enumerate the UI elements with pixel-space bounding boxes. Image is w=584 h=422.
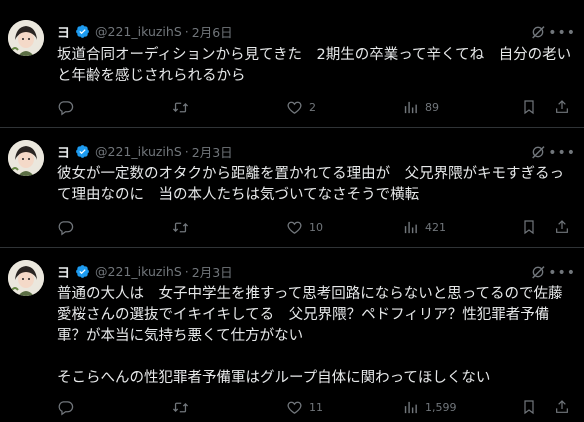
author-handle[interactable]: @221_ikuzihS — [95, 24, 182, 39]
like-button[interactable]: 10 — [286, 218, 323, 236]
views-icon — [404, 401, 417, 413]
author-handle[interactable]: @221_ikuzihS — [95, 144, 182, 159]
author-name[interactable]: ヨ — [57, 142, 71, 161]
tweet-text: 普通の大人は 女子中学生を推すって思考回路にならないと思ってるので佐藤愛桜さんの… — [57, 286, 563, 386]
tweet-actions: 11 1,599 — [57, 398, 577, 416]
tweet-actions: 10 421 — [57, 218, 577, 236]
tweet-date[interactable]: 2月3日 — [192, 142, 233, 161]
like-button[interactable]: 11 — [286, 398, 323, 416]
tweet-header: ヨ @221_ikuzihS · 2月3日 — [57, 142, 233, 161]
share-icon — [556, 220, 568, 233]
avatar[interactable] — [8, 20, 44, 56]
view-count: 89 — [425, 100, 439, 114]
views-button[interactable]: 89 — [402, 98, 439, 116]
verified-badge-icon[interactable] — [75, 264, 90, 279]
retweet-icon — [172, 402, 189, 412]
author-name[interactable]: ヨ — [57, 22, 71, 41]
tweet-text: 彼女が一定数のオタクから距離を置かれてる理由が 父兄界隈がキモすぎるって理由なの… — [57, 166, 565, 203]
tweet-header: ヨ @221_ikuzihS · 2月6日 — [57, 22, 233, 41]
like-count: 2 — [309, 100, 316, 114]
views-icon — [404, 221, 417, 233]
more-icon[interactable]: ••• — [548, 26, 576, 40]
separator: · — [184, 23, 189, 39]
tweet-date[interactable]: 2月3日 — [192, 262, 233, 281]
bookmark-button[interactable] — [521, 218, 537, 236]
reply-button[interactable] — [57, 98, 80, 116]
reply-icon — [58, 400, 74, 415]
view-count: 421 — [425, 220, 446, 234]
verified-badge-icon[interactable] — [75, 144, 90, 159]
views-button[interactable]: 421 — [402, 218, 446, 236]
like-count: 11 — [309, 400, 323, 414]
share-button[interactable] — [554, 398, 570, 416]
tweet-header: ヨ @221_ikuzihS · 2月3日 — [57, 262, 233, 281]
verified-badge-icon[interactable] — [75, 24, 90, 39]
retweet-button[interactable] — [172, 98, 195, 116]
author-handle[interactable]: @221_ikuzihS — [95, 264, 182, 279]
timeline: ヨ @221_ikuzihS · 2月6日 ••• 坂道合同オーディションから見… — [0, 0, 584, 422]
grok-icon[interactable] — [530, 264, 546, 280]
heart-icon — [287, 221, 302, 234]
views-icon — [404, 101, 417, 113]
view-count: 1,599 — [425, 400, 457, 414]
like-button[interactable]: 2 — [286, 98, 316, 116]
retweet-button[interactable] — [172, 398, 195, 416]
retweet-button[interactable] — [172, 218, 195, 236]
tweet[interactable]: ヨ @221_ikuzihS · 2月3日 ••• 彼女が一定数のオタクから距離… — [0, 128, 584, 248]
avatar[interactable] — [8, 140, 44, 176]
tweet-text: 坂道合同オーディションから見てきた 2期生の卒業って辛くてね 自分の老いと年齢を… — [57, 47, 572, 84]
bookmark-button[interactable] — [521, 98, 537, 116]
more-icon[interactable]: ••• — [548, 146, 576, 160]
bookmark-button[interactable] — [521, 398, 537, 416]
grok-icon[interactable] — [530, 24, 546, 40]
author-name[interactable]: ヨ — [57, 262, 71, 281]
bookmark-icon — [524, 400, 534, 415]
retweet-icon — [172, 102, 189, 112]
grok-icon[interactable] — [530, 144, 546, 160]
share-icon — [556, 100, 568, 113]
heart-icon — [287, 101, 302, 114]
more-icon[interactable]: ••• — [548, 266, 576, 280]
reply-button[interactable] — [57, 398, 80, 416]
share-button[interactable] — [554, 218, 570, 236]
heart-icon — [287, 401, 302, 414]
bookmark-icon — [524, 220, 534, 235]
reply-icon — [58, 100, 74, 115]
tweet[interactable]: ヨ @221_ikuzihS · 2月6日 ••• 坂道合同オーディションから見… — [0, 0, 584, 128]
reply-icon — [58, 220, 74, 235]
views-button[interactable]: 1,599 — [402, 398, 457, 416]
retweet-icon — [172, 222, 189, 232]
separator: · — [184, 143, 189, 159]
avatar[interactable] — [8, 260, 44, 296]
tweet[interactable]: ヨ @221_ikuzihS · 2月3日 ••• 普通の大人は 女子中学生を推… — [0, 248, 584, 422]
reply-button[interactable] — [57, 218, 80, 236]
separator: · — [184, 263, 189, 279]
bookmark-icon — [524, 100, 534, 115]
like-count: 10 — [309, 220, 323, 234]
share-button[interactable] — [554, 98, 570, 116]
share-icon — [556, 400, 568, 413]
tweet-actions: 2 89 — [57, 98, 577, 116]
tweet-date[interactable]: 2月6日 — [192, 22, 233, 41]
